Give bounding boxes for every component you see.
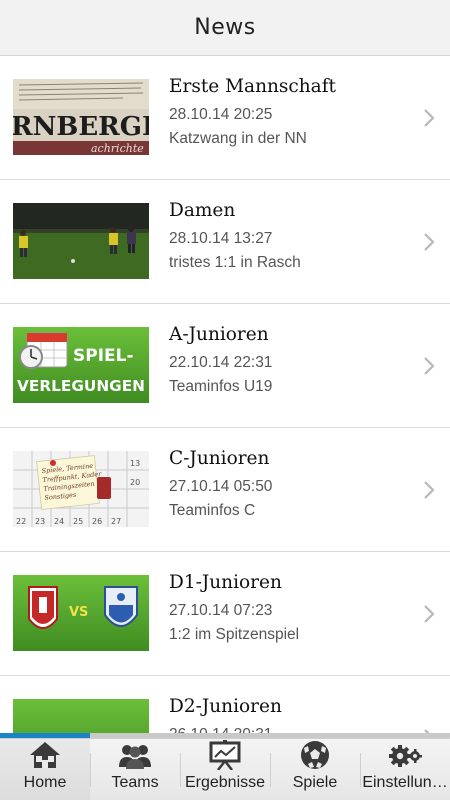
news-subtitle: tristes 1:1 in Rasch — [169, 254, 301, 271]
news-item[interactable]: RNBERGE achrichte Erste Mannschaft 28.10… — [0, 56, 450, 180]
svg-text:24: 24 — [54, 517, 64, 526]
news-date: 27.10.14 07:23 — [169, 602, 273, 619]
tab-label: Spiele — [292, 774, 338, 791]
grass-thumbnail — [13, 699, 149, 734]
news-date: 28.10.14 20:25 — [169, 106, 273, 123]
news-subtitle: Katzwang in der NN — [169, 130, 307, 147]
bottom-tab-bar: Home Teams Ergebnisse Spiele Einstellun… — [0, 738, 450, 800]
tab-label: Ergebnisse — [184, 774, 266, 791]
news-title: D2-Junioren — [169, 696, 282, 717]
news-item[interactable]: VS D1-Junioren 27.10.14 07:23 1:2 im Spi… — [0, 552, 450, 676]
chevron-right-icon — [424, 232, 435, 251]
news-item[interactable]: Damen 28.10.14 13:27 tristes 1:1 in Rasc… — [0, 180, 450, 304]
page-title: News — [194, 15, 256, 40]
people-icon — [119, 745, 151, 769]
svg-text:27: 27 — [111, 517, 121, 526]
svg-text:20: 20 — [130, 478, 140, 487]
news-subtitle: Teaminfos C — [169, 502, 256, 519]
svg-text:22: 22 — [16, 517, 26, 526]
news-title: Damen — [169, 200, 236, 221]
app-header: News — [0, 0, 450, 56]
tab-spiele[interactable]: Spiele — [270, 739, 360, 800]
tab-label: Home — [23, 774, 67, 791]
svg-text:25: 25 — [73, 517, 83, 526]
spielverlegungen-thumbnail: SPIEL- VERLEGUNGEN — [13, 327, 149, 403]
gears-icon — [389, 745, 422, 767]
svg-text:13: 13 — [130, 459, 140, 468]
tab-ergebnisse[interactable]: Ergebnisse — [180, 739, 270, 800]
svg-text:23: 23 — [35, 517, 45, 526]
newspaper-heading: RNBERGE — [13, 112, 149, 142]
football-photo-thumbnail — [13, 203, 149, 279]
chevron-right-icon — [424, 604, 435, 623]
calendar-note-thumbnail: 22 23 24 25 26 27 13 20 Spiele, Termine Treff… — [13, 451, 149, 527]
news-item[interactable]: SPIEL- VERLEGUNGEN A-Junioren 22.10.14 2… — [0, 304, 450, 428]
tab-label: Einstellun… — [362, 774, 448, 791]
chevron-right-icon — [424, 108, 435, 127]
chevron-right-icon — [424, 480, 435, 499]
house-icon — [30, 742, 60, 768]
news-item[interactable]: 22 23 24 25 26 27 13 20 Spiele, Termine Treff… — [0, 428, 450, 552]
tab-teams[interactable]: Teams — [90, 739, 180, 800]
news-subtitle: 1:2 im Spitzenspiel — [169, 626, 300, 643]
thumb-text: VERLEGUNGEN — [17, 377, 145, 395]
news-date: 28.10.14 13:27 — [169, 230, 273, 247]
club-crests-thumbnail: VS — [13, 575, 149, 651]
soccer-ball-icon — [301, 741, 329, 769]
news-title: D1-Junioren — [169, 572, 282, 593]
news-date: 22.10.14 22:31 — [169, 354, 273, 371]
vs-text: VS — [69, 605, 88, 620]
news-title: Erste Mannschaft — [169, 76, 336, 97]
newspaper-thumbnail: RNBERGE achrichte — [13, 79, 149, 155]
svg-text:26: 26 — [92, 517, 102, 526]
news-item[interactable]: D2-Junioren 26.10.14 20:31 — [0, 676, 450, 734]
tab-label: Teams — [111, 774, 159, 791]
svg-text:achrichte: achrichte — [91, 142, 144, 155]
presentation-board-icon — [209, 740, 241, 770]
news-list[interactable]: RNBERGE achrichte Erste Mannschaft 28.10… — [0, 56, 450, 734]
tab-einstellungen[interactable]: Einstellun… — [360, 739, 450, 800]
news-title: C-Junioren — [169, 448, 270, 469]
tab-home[interactable]: Home — [0, 739, 90, 800]
news-subtitle: Teaminfos U19 — [169, 378, 273, 395]
news-date: 27.10.14 05:50 — [169, 478, 273, 495]
news-title: A-Junioren — [169, 324, 269, 345]
thumb-text: SPIEL- — [73, 346, 134, 366]
chevron-right-icon — [424, 356, 435, 375]
